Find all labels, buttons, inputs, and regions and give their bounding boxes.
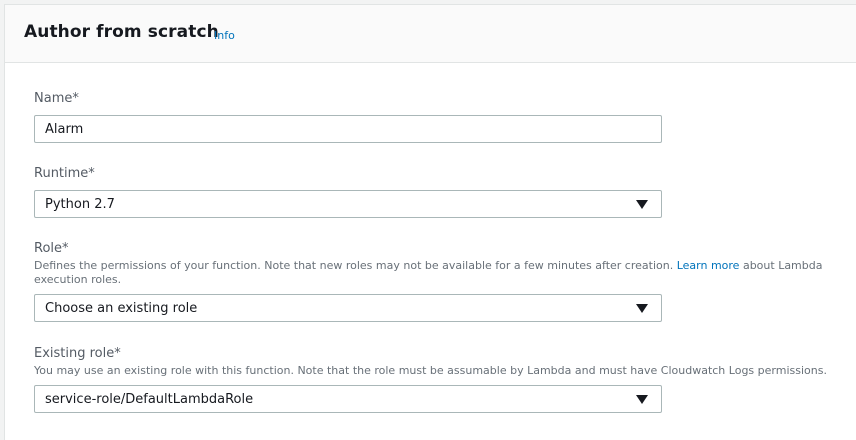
name-input[interactable] <box>34 115 662 143</box>
name-field-group: Name* <box>34 91 662 143</box>
role-description-text: Defines the permissions of your function… <box>34 259 674 272</box>
panel-title: Author from scratch <box>24 22 219 42</box>
caret-down-icon <box>636 395 648 404</box>
existing-role-selected-value: service-role/DefaultLambdaRole <box>45 391 254 407</box>
runtime-selected-value: Python 2.7 <box>45 196 115 212</box>
existing-role-select[interactable]: service-role/DefaultLambdaRole <box>34 385 662 413</box>
role-description: Defines the permissions of your function… <box>34 259 834 287</box>
role-select[interactable]: Choose an existing role <box>34 294 662 322</box>
info-link[interactable]: Info <box>214 29 235 42</box>
role-label: Role* <box>34 241 69 256</box>
runtime-select[interactable]: Python 2.7 <box>34 190 662 218</box>
caret-down-icon <box>636 200 648 209</box>
learn-more-link[interactable]: Learn more <box>677 259 740 272</box>
runtime-field-group: Runtime* Python 2.7 <box>34 166 662 218</box>
existing-role-field-group: Existing role* You may use an existing r… <box>34 346 834 413</box>
role-field-group: Role* Defines the permissions of your fu… <box>34 241 834 322</box>
runtime-label: Runtime* <box>34 166 95 181</box>
role-selected-value: Choose an existing role <box>45 300 198 316</box>
name-label: Name* <box>34 91 79 106</box>
existing-role-description: You may use an existing role with this f… <box>34 364 827 377</box>
caret-down-icon <box>636 304 648 313</box>
existing-role-label: Existing role* <box>34 346 121 361</box>
author-from-scratch-panel: Author from scratch Info Name* Runtime* … <box>4 4 856 440</box>
panel-header: Author from scratch Info <box>5 5 856 63</box>
